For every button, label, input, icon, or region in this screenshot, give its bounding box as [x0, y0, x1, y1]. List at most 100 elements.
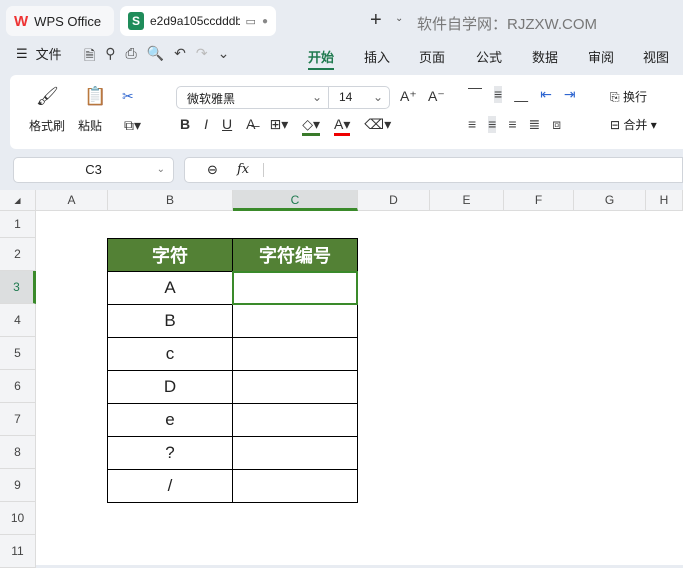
fx-icon[interactable]: fx [237, 162, 249, 177]
row-header-1[interactable]: 1 [0, 211, 36, 238]
size-value: 14 [339, 90, 353, 104]
indent-decrease-icon[interactable]: ⇤ [540, 86, 552, 103]
row-header-8[interactable]: 8 [0, 436, 36, 469]
code-cell[interactable] [232, 304, 358, 338]
tab-wps-office[interactable]: W WPS Office [6, 6, 114, 36]
justify-icon[interactable]: ≣ [529, 116, 541, 133]
row-header-6[interactable]: 6 [0, 370, 36, 403]
redo-icon[interactable]: ↷ [196, 45, 208, 69]
char-cell[interactable]: D [107, 370, 233, 404]
unsaved-dot-icon: ● [261, 15, 268, 27]
font-value: 微软雅黑 [187, 92, 236, 106]
row-header-11[interactable]: 11 [0, 535, 36, 568]
cut-icon[interactable]: ✂ [122, 88, 134, 105]
code-cell[interactable] [232, 469, 358, 503]
char-cell[interactable]: B [107, 304, 233, 338]
fill-color-icon[interactable]: ◇▾ [302, 116, 321, 136]
font-size-select[interactable]: 14 ⌄ [328, 86, 390, 109]
align-center-icon[interactable]: ≡ [488, 116, 497, 133]
font-family-select[interactable]: 微软雅黑 ⌄ [176, 86, 329, 109]
chevron-down-icon: ⌄ [311, 90, 322, 104]
tab-document[interactable]: S e2d9a105ccdddb046cc311e ▭ ● [120, 6, 276, 36]
chevron-down-icon[interactable]: ⌄ [395, 13, 403, 24]
row-header-5[interactable]: 5 [0, 337, 36, 370]
name-box[interactable]: C3 ⌄ [13, 157, 174, 183]
char-cell[interactable]: c [107, 337, 233, 371]
column-header-F[interactable]: F [504, 190, 574, 211]
column-header-A[interactable]: A [36, 190, 108, 211]
spreadsheet-icon: S [128, 12, 144, 30]
row-header-10[interactable]: 10 [0, 502, 36, 535]
column-header-G[interactable]: G [574, 190, 646, 211]
wrap-text-button[interactable]: ⎘ 换行 [610, 88, 647, 105]
row-header-4[interactable]: 4 [0, 304, 36, 337]
increase-font-icon[interactable]: A⁺ [400, 88, 417, 105]
print-preview-icon[interactable]: 🔍 [147, 45, 164, 69]
column-header-E[interactable]: E [430, 190, 504, 211]
format-painter-button[interactable]: 格式刷 [29, 117, 65, 134]
code-cell[interactable] [232, 370, 358, 404]
align-left-icon[interactable]: ≡ [468, 116, 476, 133]
tab-home[interactable]: 开始 [308, 47, 335, 70]
wps-logo-icon: W [14, 12, 29, 30]
format-painter-icon[interactable]: 🖌 [36, 86, 59, 107]
paste-button[interactable]: 粘贴 [78, 117, 102, 134]
file-menu[interactable]: ☰ 文件 [16, 44, 62, 63]
align-right-icon[interactable]: ≡ [508, 116, 516, 133]
wrap-icon: ⎘ [610, 90, 620, 104]
tab-formula[interactable]: 公式 [476, 47, 502, 66]
column-header-H[interactable]: H [646, 190, 683, 211]
hamburger-icon: ☰ [16, 45, 28, 61]
tab-insert[interactable]: 插入 [364, 47, 390, 66]
italic-icon[interactable]: I [204, 116, 208, 136]
char-cell[interactable]: ? [107, 436, 233, 470]
tab-review[interactable]: 审阅 [588, 47, 614, 66]
border-icon[interactable]: ⊞▾ [269, 116, 288, 136]
merge-icon: ⊟ [610, 118, 621, 132]
tab-view[interactable]: 视图 [643, 47, 669, 66]
strikethrough-icon[interactable]: A̶ [246, 116, 255, 136]
copy-icon[interactable]: ⧉▾ [124, 117, 141, 134]
paste-icon[interactable]: 📋 [84, 86, 106, 107]
decrease-font-icon[interactable]: A⁻ [428, 88, 445, 105]
row-header-9[interactable]: 9 [0, 469, 36, 502]
header-cell-char[interactable]: 字符 [107, 238, 233, 272]
header-cell-code[interactable]: 字符编号 [232, 238, 358, 272]
zoom-icon[interactable]: ⊖ [207, 162, 218, 178]
char-cell[interactable]: e [107, 403, 233, 437]
merge-button[interactable]: ⊟ 合并 ▾ [610, 116, 657, 133]
print-icon[interactable]: ⎙ [126, 45, 137, 69]
formula-input[interactable]: ⊖ fx [184, 157, 683, 183]
underline-icon[interactable]: U [222, 116, 232, 136]
new-tab-plus-icon[interactable]: + [370, 9, 382, 32]
select-all-corner[interactable]: ◢ [0, 190, 36, 211]
row-header-7[interactable]: 7 [0, 403, 36, 436]
align-top-icon[interactable]: ⎺ [468, 86, 482, 103]
divider [263, 163, 264, 177]
column-header-C[interactable]: C [233, 190, 358, 211]
column-header-D[interactable]: D [358, 190, 430, 211]
tab-data[interactable]: 数据 [532, 47, 558, 66]
row-header-2[interactable]: 2 [0, 238, 36, 271]
align-middle-icon[interactable]: ≡ [494, 86, 503, 103]
font-color-icon[interactable]: A▾ [334, 116, 351, 136]
undo-icon[interactable]: ↶ [174, 45, 186, 69]
row-header-3[interactable]: 3 [0, 271, 36, 304]
save-icon[interactable]: 🗎 [84, 45, 95, 69]
tab-label: WPS Office [34, 13, 102, 29]
bold-icon[interactable]: B [180, 116, 190, 136]
active-cell-C3[interactable] [232, 271, 358, 305]
eraser-icon[interactable]: ⌫▾ [364, 116, 391, 136]
distributed-icon[interactable]: ⧈ [552, 116, 561, 133]
char-cell[interactable]: A [107, 271, 233, 305]
code-cell[interactable] [232, 403, 358, 437]
align-bottom-icon[interactable]: ⎽ [514, 86, 528, 103]
more-chevron-icon[interactable]: ⌄ [218, 45, 230, 69]
char-cell[interactable]: / [107, 469, 233, 503]
link-icon[interactable]: ⚲ [105, 45, 115, 69]
indent-increase-icon[interactable]: ⇥ [564, 86, 576, 103]
code-cell[interactable] [232, 337, 358, 371]
code-cell[interactable] [232, 436, 358, 470]
column-header-B[interactable]: B [108, 190, 233, 211]
tab-page[interactable]: 页面 [419, 47, 445, 66]
